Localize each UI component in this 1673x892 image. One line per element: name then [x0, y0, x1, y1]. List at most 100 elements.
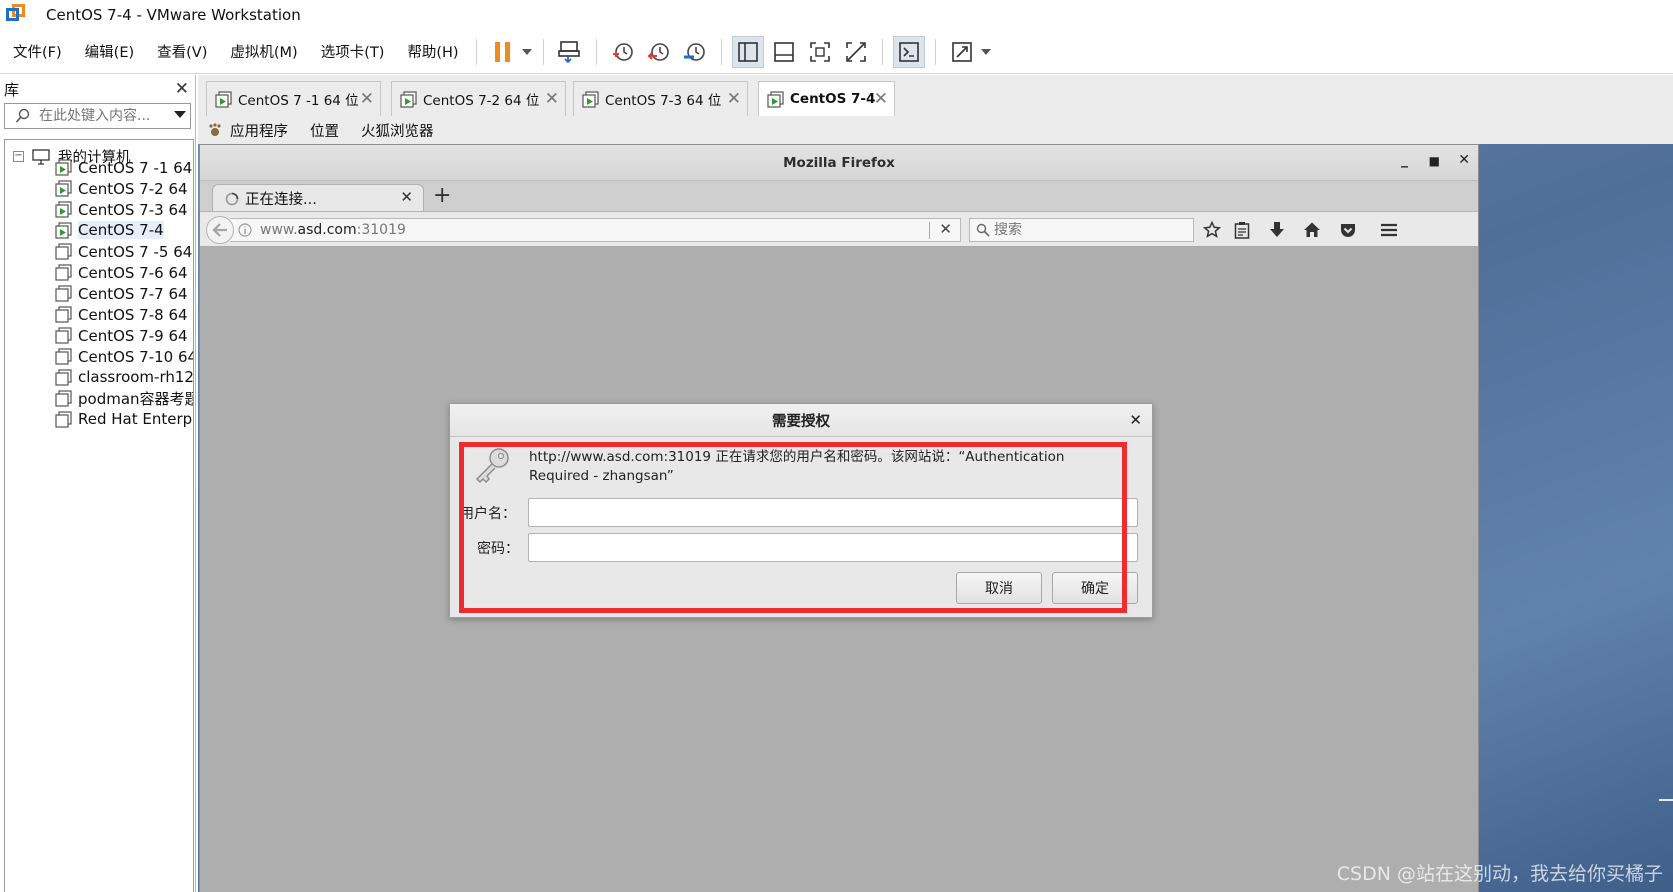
- close-icon[interactable]: ✕: [1129, 411, 1142, 429]
- collapse-icon[interactable]: −: [13, 151, 24, 162]
- close-icon[interactable]: ✕: [727, 89, 741, 109]
- username-field[interactable]: [528, 498, 1138, 527]
- url-divider: [929, 222, 930, 239]
- menu-help[interactable]: 帮助(H): [398, 41, 467, 62]
- home-button[interactable]: [1301, 219, 1323, 241]
- search-icon: [976, 223, 990, 237]
- close-icon[interactable]: ✕: [400, 188, 413, 206]
- gnome-foot-icon: [209, 123, 221, 136]
- vm-running-icon: [55, 221, 72, 239]
- library-view-button[interactable]: [731, 35, 764, 68]
- vm-tab-label: CentOS 7-2 64 位: [423, 93, 540, 109]
- tree-item-vm[interactable]: CentOS 7-8 64 位: [55, 304, 193, 324]
- maximize-icon[interactable]: ■: [1429, 154, 1440, 168]
- firefox-menu-button[interactable]: [1378, 219, 1400, 241]
- vm-icon: [55, 347, 72, 365]
- fullscreen-button[interactable]: [804, 36, 836, 68]
- vm-tab-active[interactable]: CentOS 7-4 ✕: [758, 81, 895, 116]
- gnome-firefox-launcher[interactable]: 火狐浏览器: [361, 120, 434, 141]
- vm-icon: [55, 305, 72, 323]
- window-title-bar: CentOS 7-4 - VMware Workstation: [0, 0, 1673, 30]
- vm-tab-label: CentOS 7 -1 64 位: [238, 93, 359, 109]
- console-icon: [898, 41, 919, 62]
- console-view-button[interactable]: [892, 35, 925, 68]
- snapshot-take-button[interactable]: [607, 36, 639, 68]
- url-bar[interactable]: www. asd.com:31019 ✕: [230, 218, 961, 242]
- tree-item-vm-selected[interactable]: CentOS 7-4: [55, 220, 164, 240]
- cancel-button[interactable]: 取消: [956, 572, 1042, 604]
- menu-toolbar: 文件(F) 编辑(E) 查看(V) 虚拟机(M) 选项卡(T) 帮助(H): [0, 30, 1673, 74]
- send-ctrl-alt-del-button[interactable]: [554, 36, 586, 68]
- vm-console-screen[interactable]: 应用程序 位置 火狐浏览器 Mozilla Firefox _ ■ ✕ 正在连接…: [198, 116, 1673, 892]
- stretch-button[interactable]: [946, 36, 978, 68]
- tree-item-vm[interactable]: CentOS 7-3 64 位: [55, 199, 193, 219]
- thumbnail-view-button[interactable]: [768, 36, 800, 68]
- vm-running-icon: [215, 90, 232, 108]
- vm-tab[interactable]: CentOS 7-2 64 位 ✕: [391, 81, 566, 116]
- toolbar-divider: [720, 38, 722, 65]
- tree-item-vm[interactable]: Red Hat Enterprise: [55, 409, 193, 429]
- vm-running-icon: [582, 90, 599, 108]
- tree-item-vm[interactable]: CentOS 7 -5 64 位: [55, 241, 193, 261]
- close-icon[interactable]: ✕: [874, 89, 888, 109]
- new-tab-icon[interactable]: +: [433, 183, 451, 208]
- firefox-title: Mozilla Firefox: [783, 154, 895, 171]
- stretch-dropdown[interactable]: [980, 48, 992, 55]
- vm-tab[interactable]: CentOS 7 -1 64 位 ✕: [206, 81, 381, 116]
- tree-item-vm[interactable]: classroom-rh124: [55, 367, 193, 387]
- vm-tab[interactable]: CentOS 7-3 64 位 ✕: [573, 81, 748, 116]
- clipboard-icon: [1234, 222, 1250, 239]
- library-search-input[interactable]: [39, 108, 169, 124]
- chevron-down-icon[interactable]: [174, 111, 186, 119]
- ok-button[interactable]: 确定: [1052, 572, 1138, 604]
- tree-item-vm[interactable]: CentOS 7-6 64 位: [55, 262, 193, 282]
- pause-button[interactable]: [487, 36, 519, 68]
- tree-item-vm[interactable]: CentOS 7-2 64 位: [55, 178, 193, 198]
- back-button[interactable]: [206, 216, 234, 244]
- gnome-places-menu[interactable]: 位置: [310, 120, 339, 141]
- vm-icon: [55, 263, 72, 281]
- firefox-tab-label: 正在连接...: [245, 192, 317, 208]
- menu-edit[interactable]: 编辑(E): [76, 41, 143, 62]
- menu-tabs[interactable]: 选项卡(T): [312, 41, 394, 62]
- reading-list-button[interactable]: [1231, 219, 1253, 241]
- firefox-title-bar: Mozilla Firefox _ ■ ✕: [200, 145, 1478, 180]
- library-close-icon[interactable]: ✕: [175, 79, 189, 99]
- home-icon: [1304, 222, 1320, 237]
- tree-item-label: CentOS 7-9 64 位: [78, 326, 193, 345]
- firefox-tab[interactable]: 正在连接... ✕: [212, 184, 424, 212]
- tree-item-vm[interactable]: CentOS 7-10 64 位: [55, 346, 193, 366]
- toolbar-divider: [542, 38, 544, 65]
- downloads-button[interactable]: [1266, 219, 1288, 241]
- menu-view[interactable]: 查看(V): [148, 41, 216, 62]
- snapshot-revert-button[interactable]: [643, 36, 675, 68]
- auth-dialog-title: 需要授权: [772, 413, 830, 430]
- snapshot-manager-button[interactable]: [679, 36, 711, 68]
- search-input[interactable]: [994, 222, 1174, 238]
- search-icon: [15, 108, 30, 123]
- pause-dropdown[interactable]: [521, 48, 533, 55]
- menu-file[interactable]: 文件(F): [4, 41, 71, 62]
- close-icon[interactable]: ✕: [1458, 152, 1470, 168]
- stop-loading-icon[interactable]: ✕: [939, 220, 952, 238]
- password-field[interactable]: [528, 533, 1138, 562]
- tree-item-vm[interactable]: CentOS 7-9 64 位: [55, 325, 193, 345]
- tree-item-vm[interactable]: CentOS 7-7 64 位: [55, 283, 193, 303]
- bookmark-star-button[interactable]: [1201, 219, 1223, 241]
- csdn-watermark: CSDN @站在这别动，我去给你买橘子: [1336, 863, 1663, 885]
- minimize-icon[interactable]: _: [1401, 152, 1408, 168]
- snapshot-revert-icon: [647, 42, 669, 61]
- unity-button[interactable]: [840, 36, 872, 68]
- tree-item-label: CentOS 7-10 64 位: [78, 347, 193, 366]
- back-arrow-icon: [212, 223, 227, 237]
- menu-vm[interactable]: 虚拟机(M): [221, 41, 306, 62]
- close-icon[interactable]: ✕: [545, 89, 559, 109]
- password-label: 密码：: [477, 541, 519, 557]
- search-box[interactable]: [969, 218, 1194, 242]
- close-icon[interactable]: ✕: [360, 89, 374, 109]
- tree-item-label: CentOS 7-8 64 位: [78, 305, 193, 324]
- tree-item-vm[interactable]: CentOS 7 -1 64 位: [55, 157, 193, 177]
- gnome-applications-menu[interactable]: 应用程序: [230, 120, 288, 141]
- pocket-button[interactable]: [1337, 219, 1359, 241]
- tree-item-vm[interactable]: podman容器考题: [55, 388, 193, 408]
